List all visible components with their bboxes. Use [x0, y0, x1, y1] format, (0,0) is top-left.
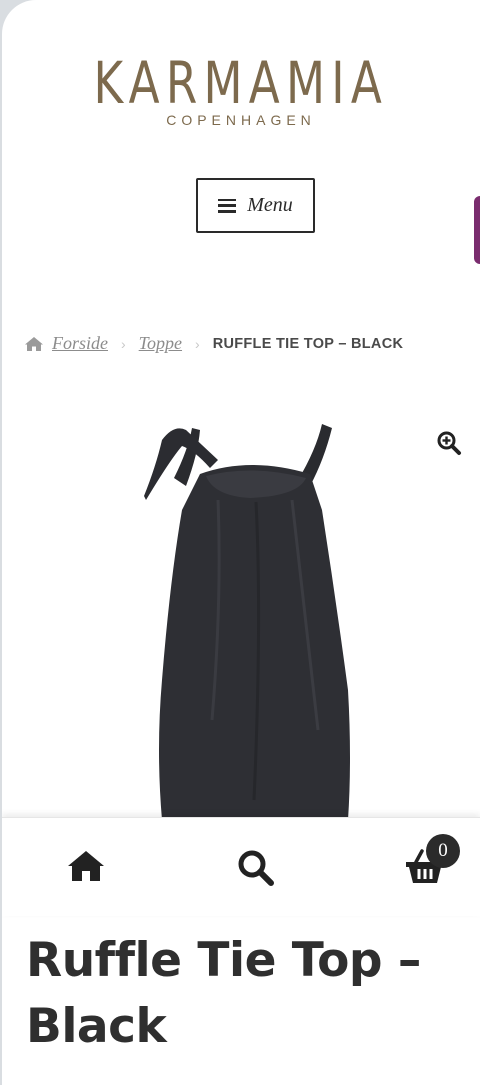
page: KARMAMIA COPENHAGEN Menu Forside › Toppe…	[2, 0, 480, 1085]
breadcrumb-current: RUFFLE TIE TOP – BLACK	[212, 335, 404, 352]
menu-button[interactable]: Menu	[196, 178, 315, 233]
logo-name: KARMAMIA	[93, 49, 389, 117]
breadcrumb-separator: ›	[121, 335, 126, 352]
bottom-nav	[2, 817, 480, 916]
product-title: Ruffle Tie Top – Black	[26, 933, 421, 1054]
footer-search-icon[interactable]	[236, 848, 276, 893]
breadcrumb: Forside › Toppe › RUFFLE TIE TOP – BLACK	[24, 333, 403, 354]
breadcrumb-link-forside[interactable]: Forside	[52, 333, 108, 354]
site-logo[interactable]: KARMAMIA COPENHAGEN	[2, 52, 480, 128]
hamburger-icon	[218, 198, 237, 213]
home-icon[interactable]	[24, 336, 44, 352]
side-tab[interactable]	[474, 196, 480, 264]
footer-home-icon[interactable]	[66, 848, 106, 889]
zoom-in-icon[interactable]	[436, 430, 462, 456]
cart-count-badge: 0	[426, 834, 460, 868]
breadcrumb-separator: ›	[195, 335, 200, 352]
menu-label: Menu	[247, 194, 293, 216]
product-image[interactable]	[122, 420, 382, 820]
breadcrumb-link-toppe[interactable]: Toppe	[139, 333, 182, 354]
